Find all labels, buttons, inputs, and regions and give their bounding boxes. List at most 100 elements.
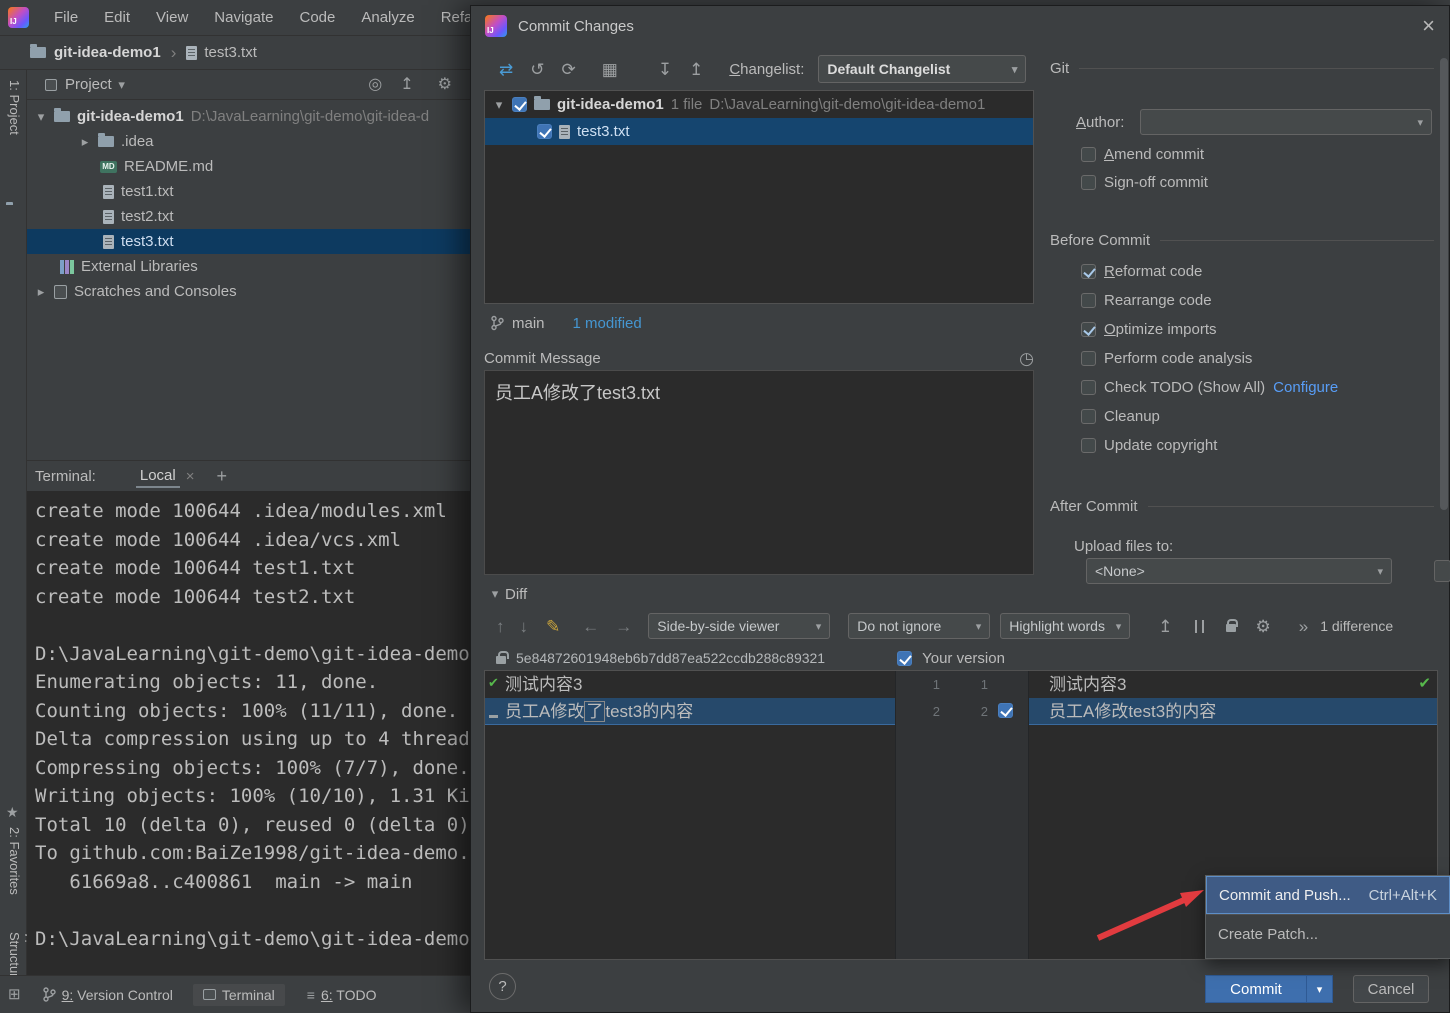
reformat-checkbox[interactable] <box>1081 264 1096 279</box>
upload-settings-button[interactable] <box>1434 560 1450 582</box>
analysis-checkbox[interactable] <box>1081 351 1096 366</box>
tree-row-readme[interactable]: MD README.md <box>27 154 470 179</box>
new-terminal-icon[interactable]: + <box>216 467 227 485</box>
tree-row-external-libraries[interactable]: External Libraries <box>27 254 470 279</box>
amend-commit-option[interactable]: Amend commit <box>1081 146 1204 163</box>
menu-view[interactable]: View <box>143 9 201 26</box>
project-panel-title[interactable]: Project <box>65 76 112 93</box>
menu-code[interactable]: Code <box>286 9 348 26</box>
diff-section-header[interactable]: ▾ Diff <box>489 583 527 605</box>
breadcrumb-project[interactable]: git-idea-demo1 <box>54 44 161 61</box>
message-history-icon[interactable]: ◷ <box>1019 350 1034 367</box>
previous-difference-icon[interactable]: ↑ <box>496 618 505 635</box>
amend-checkbox[interactable] <box>1081 147 1096 162</box>
menu-navigate[interactable]: Navigate <box>201 9 286 26</box>
statusbar-terminal[interactable]: Terminal <box>193 984 285 1006</box>
menu-analyze[interactable]: Analyze <box>348 9 427 26</box>
next-change-icon[interactable]: → <box>615 618 632 635</box>
sync-scroll-icon[interactable] <box>1195 620 1204 633</box>
locate-file-icon[interactable]: ◎ <box>368 77 382 93</box>
create-patch-item[interactable]: Create Patch... <box>1206 915 1450 953</box>
update-copyright-option[interactable]: Update copyright <box>1081 437 1217 454</box>
signoff-commit-option[interactable]: Sign-off commit <box>1081 174 1208 191</box>
statusbar-todo[interactable]: ≡ 6: TODO <box>297 984 387 1006</box>
check-todo-option[interactable]: Check TODO (Show All) Configure <box>1081 379 1338 396</box>
previous-change-icon[interactable]: ← <box>582 618 599 635</box>
tool-window-switcher-icon[interactable]: ⊞ <box>8 987 21 1002</box>
menu-file[interactable]: File <box>41 9 91 26</box>
statusbar-version-control[interactable]: 9: Version Control <box>35 984 181 1006</box>
collapse-all-icon[interactable]: ↥ <box>400 77 413 93</box>
help-button[interactable]: ? <box>489 973 516 1000</box>
tree-row-test1[interactable]: test1.txt <box>27 179 470 204</box>
disable-editing-icon[interactable] <box>1226 624 1236 632</box>
refresh-icon[interactable]: ⟳ <box>562 61 576 78</box>
file-checkbox[interactable] <box>537 124 552 139</box>
tree-row-test2[interactable]: test2.txt <box>27 204 470 229</box>
cancel-button[interactable]: Cancel <box>1353 975 1429 1003</box>
rollback-icon[interactable]: ↺ <box>530 61 544 78</box>
diff-left-pane[interactable]: ✔ 测试内容3 员工A修改了test3的内容 <box>485 671 895 959</box>
collapse-all-icon[interactable]: ↥ <box>689 61 703 78</box>
group-by-icon[interactable]: ▦ <box>602 61 618 78</box>
tree-row-root[interactable]: ▾ git-idea-demo1 D:\JavaLearning\git-dem… <box>27 104 470 129</box>
optimize-checkbox[interactable] <box>1081 322 1096 337</box>
author-field[interactable]: ▾ <box>1140 109 1432 135</box>
signoff-checkbox[interactable] <box>1081 175 1096 190</box>
chevron-right-icon[interactable]: ▸ <box>79 134 91 150</box>
star-icon[interactable]: ★ <box>6 805 19 819</box>
cleanup-option[interactable]: Cleanup <box>1081 408 1160 425</box>
your-version-checkbox[interactable] <box>897 651 912 666</box>
commit-button[interactable]: Commit ▾ <box>1205 975 1333 1003</box>
stripe-project-button[interactable]: 1: Project <box>7 80 22 135</box>
changelist-combo[interactable]: Default Changelist ▾ <box>818 55 1026 83</box>
menu-edit[interactable]: Edit <box>91 9 143 26</box>
next-difference-icon[interactable]: ↓ <box>520 618 529 635</box>
tree-row-idea[interactable]: ▸ .idea <box>27 129 470 154</box>
todo-checkbox[interactable] <box>1081 380 1096 395</box>
rearrange-code-option[interactable]: Rearrange code <box>1081 292 1212 309</box>
refresh-changes-icon[interactable]: ⇄ <box>499 61 513 78</box>
chevron-down-icon[interactable]: ▾ <box>35 109 47 125</box>
optimize-imports-option[interactable]: Optimize imports <box>1081 321 1217 338</box>
gear-icon[interactable]: ⚙ <box>438 77 452 93</box>
more-options-icon[interactable]: » <box>1299 618 1308 635</box>
diff-settings-gear-icon[interactable]: ⚙ <box>1256 618 1271 635</box>
dialog-scrollbar[interactable] <box>1440 58 1448 510</box>
close-tab-icon[interactable]: × <box>186 468 195 485</box>
chevron-right-icon[interactable]: ▸ <box>35 284 47 300</box>
commit-and-push-item[interactable]: Commit and Push... Ctrl+Alt+K <box>1206 876 1450 914</box>
whitespace-combo[interactable]: Do not ignore ▾ <box>848 613 990 639</box>
commit-message-input[interactable]: 员工A修改了test3.txt <box>484 370 1034 575</box>
branch-name[interactable]: main <box>512 315 545 332</box>
commit-dropdown-arrow-icon[interactable]: ▾ <box>1306 976 1332 1002</box>
highlight-combo[interactable]: Highlight words ▾ <box>1000 613 1130 639</box>
code-analysis-option[interactable]: Perform code analysis <box>1081 350 1252 367</box>
viewer-mode-combo[interactable]: Side-by-side viewer ▾ <box>648 613 830 639</box>
copyright-checkbox[interactable] <box>1081 438 1096 453</box>
tree-row-test3-selected[interactable]: test3.txt <box>27 229 470 254</box>
chevron-down-icon[interactable]: ▾ <box>116 77 128 93</box>
edit-icon[interactable]: ✎ <box>546 618 560 635</box>
upload-target-combo[interactable]: <None> ▾ <box>1086 558 1392 584</box>
reformat-code-option[interactable]: Reformat code <box>1081 263 1202 280</box>
apply-change-checkbox[interactable] <box>998 703 1013 718</box>
changes-root-row[interactable]: ▾ git-idea-demo1 1 file D:\JavaLearning\… <box>485 91 1033 118</box>
modified-count[interactable]: 1 modified <box>573 315 642 332</box>
chevron-down-icon[interactable]: ▾ <box>493 97 505 113</box>
commit-message-label: Commit Message <box>484 350 601 367</box>
changes-file-row-selected[interactable]: test3.txt <box>485 118 1033 145</box>
rearrange-checkbox[interactable] <box>1081 293 1096 308</box>
collapse-unchanged-icon[interactable]: ↥ <box>1158 618 1172 635</box>
close-icon[interactable]: × <box>1422 13 1435 39</box>
configure-link[interactable]: Configure <box>1273 379 1338 396</box>
cleanup-checkbox[interactable] <box>1081 409 1096 424</box>
root-checkbox[interactable] <box>512 97 527 112</box>
terminal-output[interactable]: create mode 100644 .idea/modules.xml cre… <box>27 491 470 976</box>
chevron-down-icon[interactable]: ▾ <box>489 586 501 602</box>
breadcrumb-file[interactable]: test3.txt <box>204 44 257 61</box>
tree-row-scratches[interactable]: ▸ Scratches and Consoles <box>27 279 470 304</box>
expand-all-icon[interactable]: ↧ <box>658 61 672 78</box>
stripe-favorites-button[interactable]: 2: Favorites <box>7 827 22 895</box>
terminal-tab-local[interactable]: Local <box>136 465 180 488</box>
